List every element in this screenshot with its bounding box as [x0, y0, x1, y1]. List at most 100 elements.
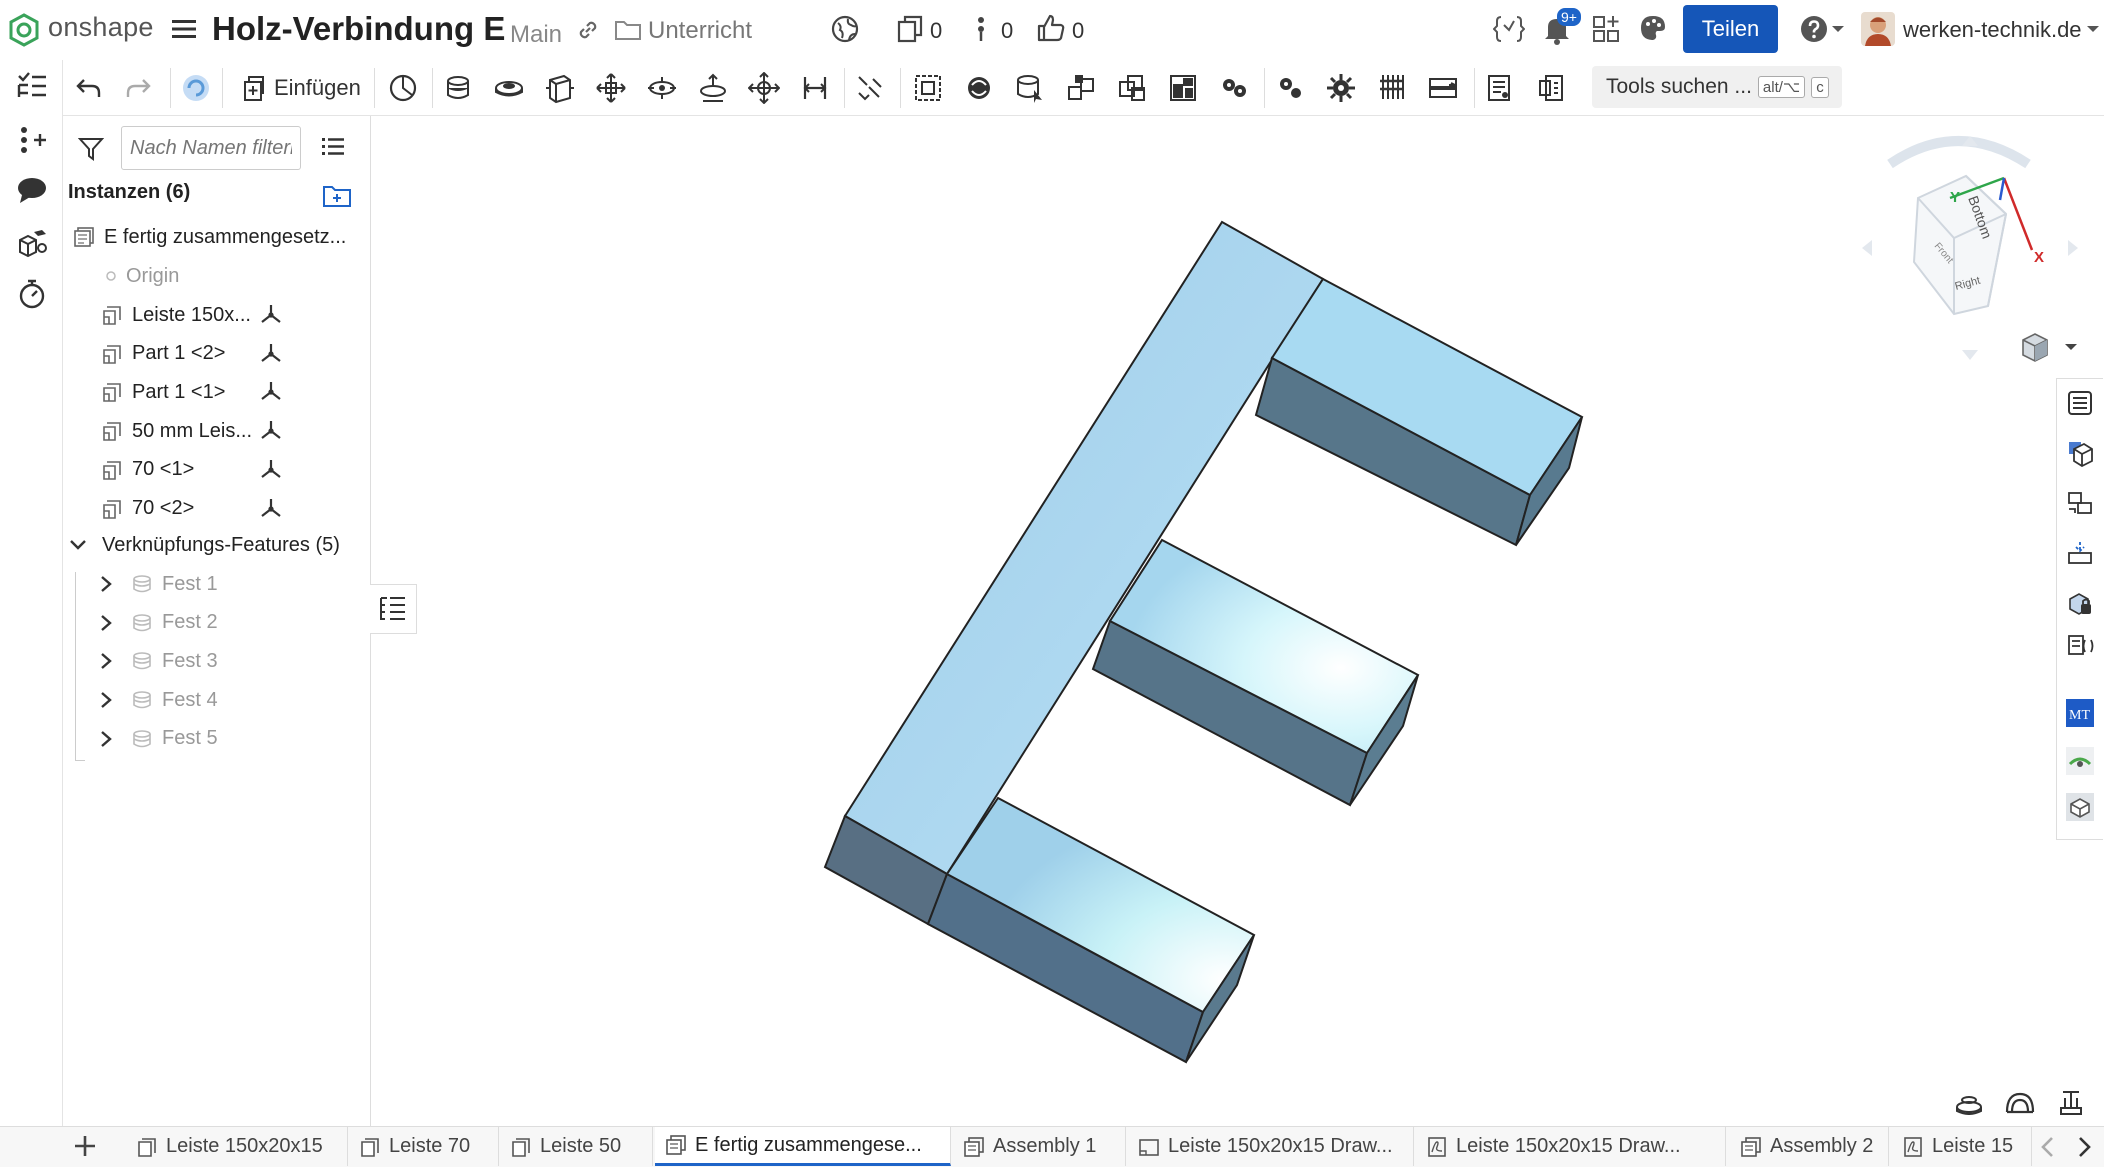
help-caret-icon[interactable] [1831, 24, 1845, 34]
undo-icon[interactable] [70, 70, 106, 106]
revolute-mate-icon[interactable] [491, 70, 527, 106]
chevron-right-icon[interactable] [96, 614, 116, 632]
mate-connector-triad-icon[interactable] [258, 496, 284, 522]
parallel-mate-icon[interactable] [797, 70, 833, 106]
filter-icon[interactable] [78, 136, 104, 162]
user-avatar[interactable] [1861, 12, 1895, 46]
instance-row[interactable]: 50 mm Leis... [100, 414, 252, 448]
variables-panel-icon[interactable] [2064, 630, 2096, 662]
rotate-down-arrow[interactable] [1962, 350, 1978, 360]
instance-row[interactable]: 70 <1> [100, 453, 194, 487]
notifications-badge[interactable]: 9+ [1557, 8, 1581, 26]
slider-mate-icon[interactable] [542, 70, 578, 106]
document-title[interactable]: Holz-Verbindung E [212, 10, 505, 48]
properties-panel-icon[interactable] [2064, 387, 2096, 419]
folder-name[interactable]: Unterricht [648, 17, 752, 45]
replicate-icon[interactable] [961, 70, 997, 106]
chevron-right-icon[interactable] [96, 575, 116, 593]
view-orbit-icon[interactable] [2003, 1088, 2037, 1118]
mates-section-row[interactable]: Verknüpfungs-Features (5) [68, 528, 340, 562]
globe-icon[interactable] [830, 14, 860, 44]
cylindrical-mate-icon[interactable] [644, 70, 680, 106]
instance-row[interactable]: Leiste 150x... [100, 298, 251, 332]
instance-filter-input[interactable] [121, 126, 301, 170]
display-mode-cube-icon[interactable] [2018, 330, 2052, 364]
measure-icon[interactable] [1425, 70, 1461, 106]
list-view-icon[interactable] [320, 134, 346, 160]
explode-view-icon[interactable] [1952, 1088, 1986, 1118]
help-icon[interactable] [1800, 15, 1828, 43]
document-tab[interactable]: Assembly 1 [953, 1127, 1126, 1166]
chevron-right-icon[interactable] [96, 691, 116, 709]
cad-import-app-icon[interactable] [2064, 791, 2096, 823]
user-caret-icon[interactable] [2086, 24, 2100, 34]
document-tab[interactable]: Leiste 15 [1892, 1127, 2032, 1166]
feature-list-icon[interactable] [14, 68, 50, 104]
mate-connector-icon[interactable] [1012, 70, 1048, 106]
ball-mate-icon[interactable] [746, 70, 782, 106]
tool-search-label[interactable]: Tools suchen ... [1606, 75, 1752, 99]
instance-row[interactable]: 70 <2> [100, 492, 194, 526]
insert-icon[interactable] [236, 70, 272, 106]
named-positions-icon[interactable] [2064, 537, 2096, 569]
mate-feature-row[interactable]: Fest 1 [96, 567, 218, 601]
versions-icon[interactable] [972, 14, 990, 44]
mate-feature-row[interactable]: Fest 5 [96, 722, 218, 756]
render-studio-icon[interactable] [2064, 745, 2096, 777]
mate-connector-triad-icon[interactable] [258, 302, 284, 328]
view-cube[interactable]: Y X Bottom Right Front [1858, 128, 2088, 368]
explode-icon[interactable] [1165, 70, 1201, 106]
onshape-logo-icon[interactable] [8, 13, 40, 47]
bill-of-materials-icon[interactable] [14, 226, 50, 262]
add-tab-icon[interactable] [72, 1133, 98, 1159]
thumbs-up-icon[interactable] [1035, 12, 1067, 44]
insert-button-label[interactable]: Einfügen [274, 75, 361, 101]
pin-slot-mate-icon[interactable] [695, 70, 731, 106]
user-name[interactable]: werken-technik.de [1903, 17, 2082, 43]
animation-timer-icon[interactable] [14, 276, 50, 312]
rotate-left-arrow[interactable] [1862, 240, 1872, 256]
document-tab[interactable]: Leiste 150x20x15 Draw... [1416, 1127, 1726, 1166]
mate-feature-row[interactable]: Fest 4 [96, 683, 218, 717]
hamburger-menu-icon[interactable] [170, 15, 198, 43]
cycle-icon[interactable] [385, 70, 421, 106]
branch-label[interactable]: Main [510, 21, 562, 49]
e-assembly-model[interactable] [371, 116, 2056, 1126]
instances-header[interactable]: Instanzen (6) [68, 181, 190, 204]
tangent-mate-icon[interactable] [852, 70, 888, 106]
regen-icon[interactable] [178, 70, 214, 106]
group-icon[interactable] [910, 70, 946, 106]
mate-connector-triad-icon[interactable] [258, 418, 284, 444]
appearance-panel-icon[interactable] [2064, 437, 2096, 469]
copies-icon[interactable] [895, 14, 925, 44]
folder-icon[interactable] [614, 18, 642, 42]
tab-scroll-right-icon[interactable] [2074, 1136, 2094, 1158]
mate-connector-triad-icon[interactable] [258, 341, 284, 367]
document-tab[interactable]: Leiste 150x20x15 [126, 1127, 348, 1166]
chevron-right-icon[interactable] [96, 730, 116, 748]
origin-row[interactable]: Origin [104, 259, 179, 293]
named-views-icon[interactable] [1533, 70, 1569, 106]
planar-mate-icon[interactable] [593, 70, 629, 106]
redo-icon[interactable] [121, 70, 157, 106]
screw-relation-icon[interactable] [1323, 70, 1359, 106]
section-view-icon[interactable] [1482, 70, 1518, 106]
document-tab[interactable]: Leiste 150x20x15 Draw... [1128, 1127, 1414, 1166]
mate-feature-row[interactable]: Fest 2 [96, 606, 218, 640]
onshape-logo-text[interactable]: onshape [48, 12, 154, 43]
insert-mate-connector-icon[interactable] [14, 122, 50, 158]
chevron-down-icon[interactable] [68, 538, 88, 552]
mass-properties-icon[interactable] [2064, 587, 2096, 619]
mate-connector-triad-icon[interactable] [258, 379, 284, 405]
gear-relation-icon[interactable] [1216, 70, 1252, 106]
featurescript-icon[interactable] [1493, 14, 1525, 44]
linear-pattern-icon[interactable] [1063, 70, 1099, 106]
display-mode-caret-icon[interactable] [2064, 342, 2078, 352]
document-tab[interactable]: Assembly 2 [1730, 1127, 1889, 1166]
comments-icon[interactable] [14, 172, 50, 208]
document-tab[interactable]: Leiste 50 [500, 1127, 653, 1166]
learning-center-icon[interactable] [1639, 14, 1667, 42]
tab-scroll-left-icon[interactable] [2038, 1136, 2058, 1158]
layout-tool-icon[interactable] [2054, 1088, 2088, 1118]
share-button[interactable]: Teilen [1683, 5, 1778, 53]
